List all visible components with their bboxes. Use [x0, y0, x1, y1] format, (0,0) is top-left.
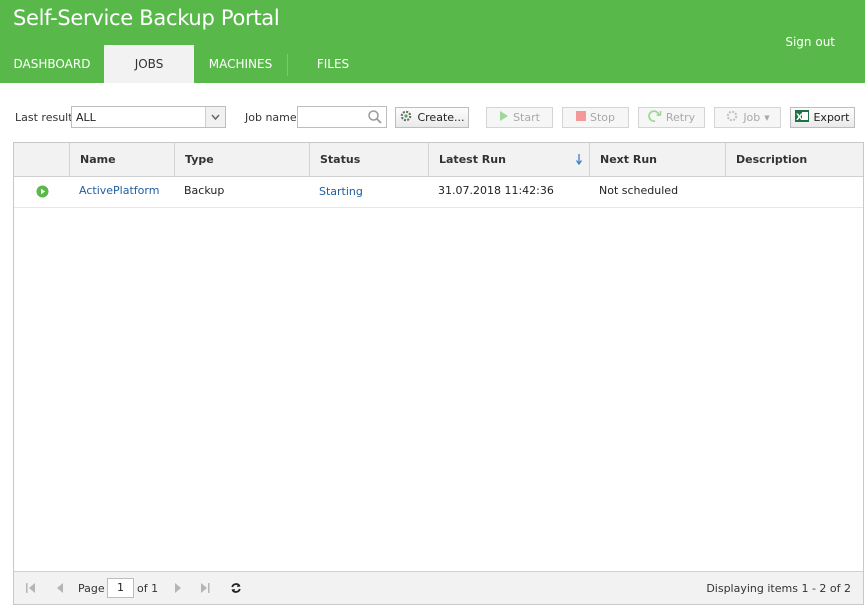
excel-icon: X: [795, 109, 810, 126]
tab-machines[interactable]: MACHINES: [194, 45, 287, 83]
column-header-status[interactable]: Status: [309, 143, 428, 176]
job-name-label: Job name: [245, 111, 297, 124]
job-next-run: Not scheduled: [599, 184, 679, 197]
tab-dashboard[interactable]: DASHBOARD: [0, 45, 104, 83]
column-header-latest-run[interactable]: Latest Run: [428, 143, 589, 176]
jobs-grid: Name Type Status Latest Run Next Run Des…: [13, 142, 864, 605]
page-count: of 1: [137, 582, 159, 595]
page-number-input[interactable]: 1: [107, 578, 134, 598]
last-page-icon[interactable]: [200, 582, 210, 594]
caret-down-icon: ▼: [764, 113, 770, 122]
create-label: Create...: [417, 111, 465, 124]
toolbar: Last result ALL Job name Create... Start…: [0, 106, 865, 128]
play-icon: [499, 110, 509, 125]
column-header-type[interactable]: Type: [174, 143, 309, 176]
stop-button[interactable]: Stop: [562, 107, 629, 128]
page-label: Page: [78, 582, 105, 595]
latest-run-label: Latest Run: [439, 153, 506, 166]
last-result-value: ALL: [76, 111, 96, 124]
last-result-label: Last result: [15, 111, 73, 124]
running-status-icon: [14, 176, 69, 207]
svg-text:X: X: [796, 113, 803, 123]
start-button[interactable]: Start: [486, 107, 553, 128]
job-name-input[interactable]: [297, 106, 387, 128]
job-latest-run: 31.07.2018 11:42:36: [438, 184, 554, 197]
main-nav: DASHBOARD JOBS MACHINES FILES: [0, 45, 378, 83]
export-button[interactable]: X Export: [790, 107, 855, 128]
column-header-next-run[interactable]: Next Run: [589, 143, 725, 176]
tab-jobs[interactable]: JOBS: [104, 45, 194, 83]
next-page-icon[interactable]: [173, 582, 183, 594]
pager-summary: Displaying items 1 - 2 of 2: [706, 582, 851, 595]
job-menu-button[interactable]: Job ▼: [714, 107, 781, 128]
tab-files[interactable]: FILES: [288, 45, 378, 83]
retry-icon: [647, 109, 662, 126]
column-header-icon: [14, 143, 69, 176]
column-header-name[interactable]: Name: [69, 143, 174, 176]
gear-icon: [725, 109, 739, 126]
job-description: [725, 176, 863, 207]
pager: Page 1 of 1 Displaying items 1 - 2 of 2: [14, 571, 863, 604]
previous-page-icon[interactable]: [56, 582, 66, 594]
dropdown-arrow-icon[interactable]: [205, 107, 225, 127]
sign-out-link[interactable]: Sign out: [785, 35, 835, 49]
app-title: Self-Service Backup Portal: [13, 6, 280, 30]
retry-label: Retry: [665, 111, 696, 124]
table-row[interactable]: ActivePlatform Backup Starting 31.07.201…: [14, 176, 863, 208]
last-result-select[interactable]: ALL: [71, 106, 226, 128]
retry-button[interactable]: Retry: [638, 107, 705, 128]
app-header: Self-Service Backup Portal Sign out DASH…: [0, 0, 865, 83]
refresh-icon[interactable]: [230, 582, 242, 594]
grid-header: Name Type Status Latest Run Next Run Des…: [14, 143, 863, 177]
column-header-description[interactable]: Description: [725, 143, 863, 176]
search-icon[interactable]: [367, 109, 383, 128]
start-label: Start: [513, 111, 540, 124]
stop-label: Stop: [589, 111, 615, 124]
first-page-icon[interactable]: [26, 582, 36, 594]
job-status-link[interactable]: Starting: [309, 176, 428, 207]
job-name-link[interactable]: ActivePlatform: [69, 176, 174, 207]
stop-icon: [575, 111, 586, 124]
job-label: Job: [743, 111, 761, 124]
job-type: Backup: [184, 184, 225, 197]
create-button[interactable]: Create...: [395, 107, 469, 128]
gear-icon: [399, 109, 413, 126]
export-label: Export: [813, 111, 850, 124]
